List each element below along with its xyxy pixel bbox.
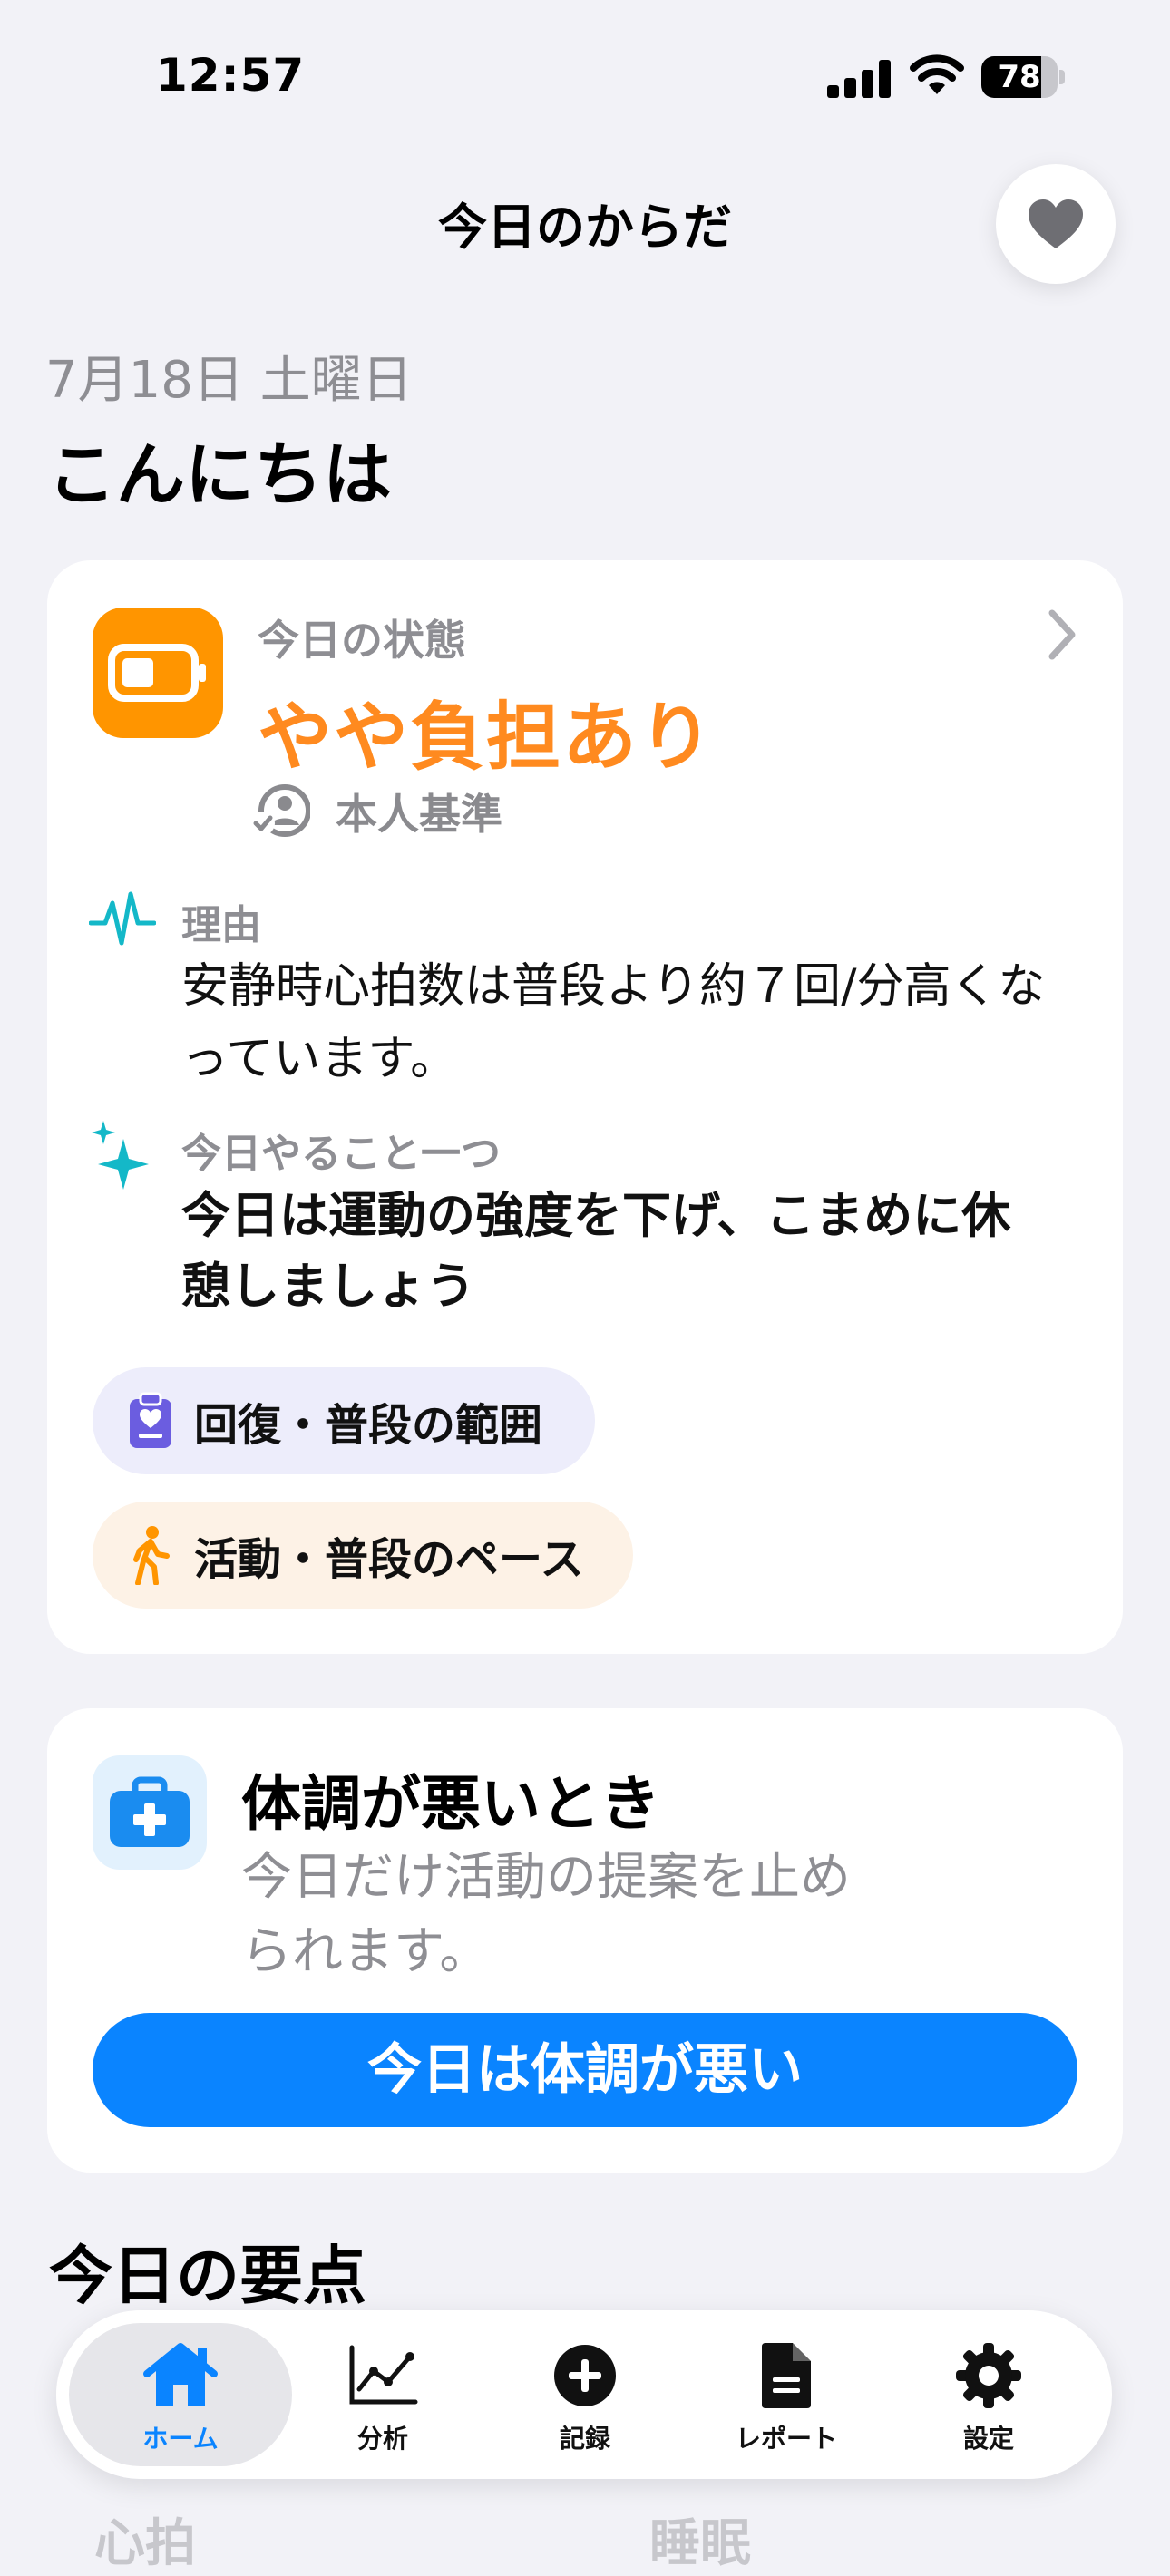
- tab-analysis[interactable]: 分析: [292, 2310, 473, 2479]
- activity-chip-label: 活動・普段のペース: [194, 1534, 584, 1585]
- battery-percent: 78: [998, 59, 1041, 95]
- tab-settings[interactable]: 設定: [898, 2310, 1079, 2479]
- favorite-button[interactable]: [996, 164, 1116, 284]
- clipboard-heart-icon: [125, 1389, 176, 1453]
- chart-line-icon: [342, 2339, 424, 2412]
- status-label: 今日の状態: [258, 616, 466, 665]
- plus-circle-icon: [544, 2339, 626, 2412]
- heart-icon: [1029, 199, 1083, 248]
- page-title: 今日のからだ: [438, 199, 732, 256]
- current-date: 7月18日 土曜日: [45, 351, 413, 410]
- first-aid-tile: [93, 1755, 207, 1870]
- first-aid-kit-icon: [110, 1776, 190, 1847]
- chevron-right-icon[interactable]: [1043, 608, 1079, 662]
- status-time: 12:57: [156, 49, 306, 102]
- baseline-label: 本人基準: [336, 790, 502, 839]
- tab-home[interactable]: ホーム: [90, 2310, 271, 2479]
- status-tile: [93, 608, 223, 738]
- summary-item-heart-rate: 心拍: [94, 2514, 196, 2573]
- tab-report[interactable]: レポート: [696, 2310, 877, 2479]
- activity-chip[interactable]: 活動・普段のペース: [93, 1502, 633, 1609]
- todo-label: 今日やること一つ: [181, 1131, 501, 1177]
- summary-title: 今日の要点: [49, 2239, 366, 2313]
- battery-indicator: 78: [981, 56, 1065, 98]
- walking-icon: [125, 1523, 176, 1587]
- cellular-signal-icon: [827, 58, 891, 98]
- person-check-icon: [250, 783, 311, 838]
- gear-icon: [948, 2339, 1029, 2412]
- feeling-unwell-button[interactable]: 今日は体調が悪い: [93, 2013, 1077, 2127]
- house-icon: [140, 2339, 221, 2412]
- document-icon: [746, 2339, 827, 2412]
- tab-record[interactable]: 記録: [494, 2310, 676, 2479]
- sparkles-icon: [91, 1119, 156, 1191]
- tab-home-label: ホーム: [142, 2424, 219, 2454]
- unwell-title: 体調が悪いとき: [241, 1769, 660, 1839]
- tab-analysis-label: 分析: [356, 2424, 408, 2454]
- tab-record-label: 記録: [559, 2424, 610, 2454]
- recovery-chip[interactable]: 回復・普段の範囲: [93, 1367, 595, 1474]
- wifi-icon: [909, 54, 965, 98]
- tab-settings-label: 設定: [962, 2424, 1014, 2454]
- tab-report-label: レポート: [735, 2424, 837, 2454]
- battery-status-icon: [108, 644, 206, 702]
- heartbeat-icon: [88, 887, 157, 952]
- reason-text: 安静時心拍数は普段より約７回/分高くなっています。: [181, 959, 1046, 1086]
- reason-label: 理由: [181, 902, 261, 948]
- todo-text: 今日は運動の強度を下げ、こまめに休憩しましょう: [181, 1187, 1011, 1315]
- status-value: やや負担あり: [258, 695, 716, 781]
- unwell-description: 今日だけ活動の提案を止められます。: [241, 1848, 851, 1981]
- recovery-chip-label: 回復・普段の範囲: [194, 1400, 543, 1451]
- summary-item-sleep: 睡眠: [649, 2514, 751, 2573]
- greeting: こんにちは: [47, 434, 392, 515]
